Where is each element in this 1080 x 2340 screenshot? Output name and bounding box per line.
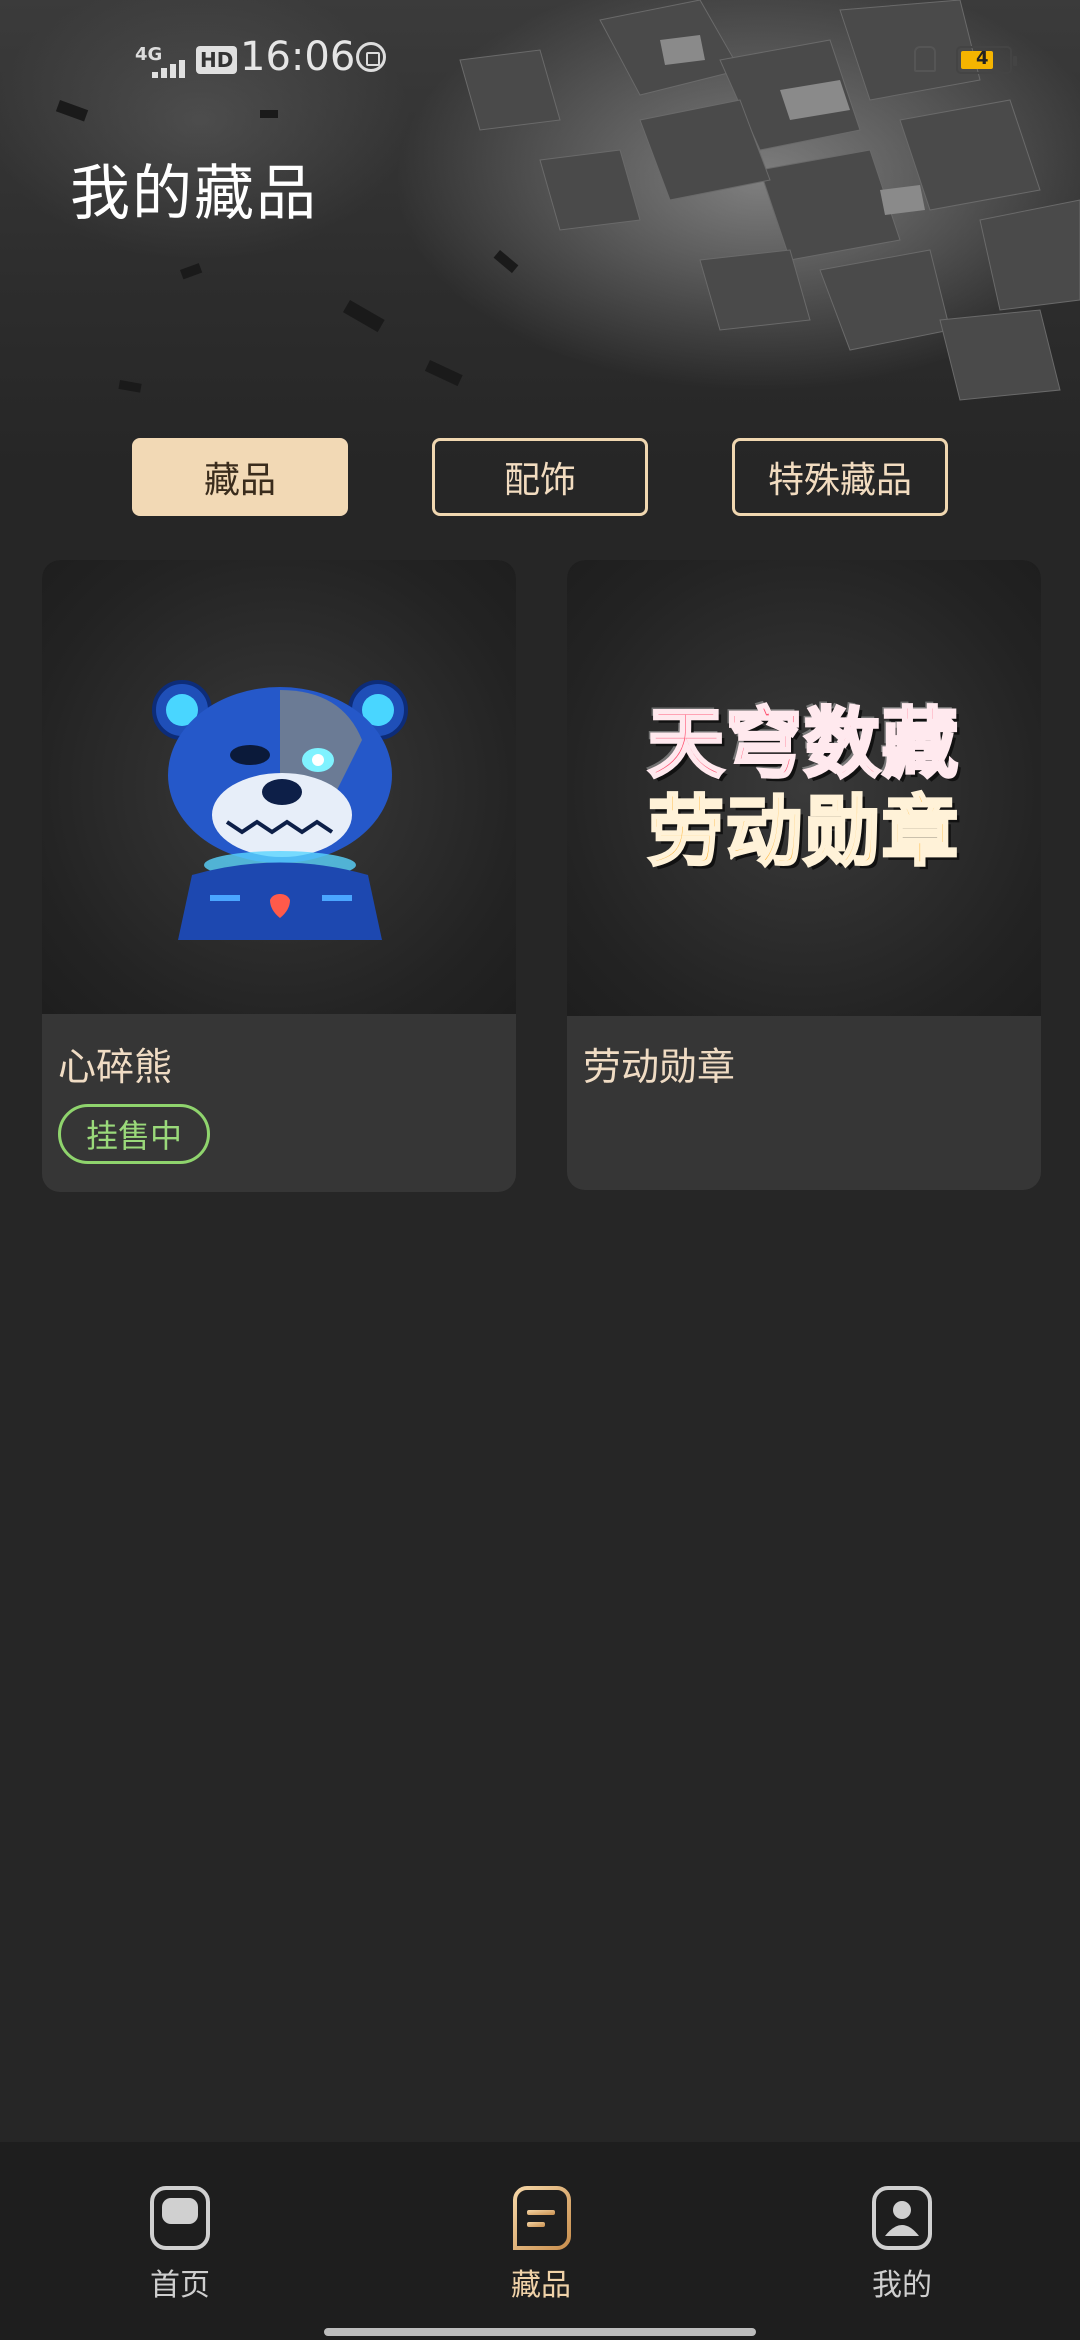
collection-icon [513, 2186, 571, 2250]
nav-item-collections[interactable]: 藏品 [461, 2186, 621, 2304]
tab-special-collections[interactable]: 特殊藏品 [732, 438, 948, 516]
gesture-home-indicator[interactable] [324, 2328, 756, 2336]
page: 4G HD 16:06 4 我的藏品 藏品 配饰 特殊藏品 心碎熊 挂售中 天穹… [0, 0, 1080, 2340]
battery-level: 4 [976, 48, 989, 69]
nav-label: 我的 [872, 2268, 932, 2303]
item-image [42, 560, 516, 1014]
battery-icon: 4 [956, 46, 1017, 74]
item-name: 心碎熊 [58, 1045, 173, 1089]
home-icon [150, 2186, 210, 2250]
nav-item-home[interactable]: 首页 [100, 2186, 260, 2304]
profile-icon [872, 2186, 932, 2250]
category-tabs: 藏品 配饰 特殊藏品 [0, 438, 1080, 516]
blue-robot-bear-image [152, 680, 408, 940]
nav-label: 首页 [150, 2268, 210, 2303]
tab-accessories[interactable]: 配饰 [432, 438, 648, 516]
silent-icon [914, 46, 936, 72]
nfc-icon [356, 42, 386, 72]
art-text-line1: 天穹数藏 [647, 698, 960, 789]
medal-title-art: 天穹数藏 劳动勋章 [567, 560, 1041, 1016]
page-title: 我的藏品 [70, 159, 318, 229]
nav-label: 藏品 [511, 2268, 571, 2303]
status-time: 16:06 [240, 34, 356, 80]
bottom-navigation: 首页 藏品 我的 [0, 2142, 1080, 2340]
item-image: 天穹数藏 劳动勋章 [567, 560, 1041, 1016]
tab-collections[interactable]: 藏品 [132, 438, 348, 516]
nav-item-profile[interactable]: 我的 [822, 2186, 982, 2304]
collection-card-labor-medal[interactable]: 天穹数藏 劳动勋章 劳动勋章 [567, 560, 1041, 1190]
collection-card-heartbreak-bear[interactable]: 心碎熊 挂售中 [42, 560, 516, 1192]
hd-badge: HD [196, 46, 238, 74]
art-text-line2: 劳动勋章 [647, 786, 960, 877]
status-bar: 4G HD 16:06 4 [0, 30, 1080, 90]
item-name: 劳动勋章 [583, 1045, 736, 1089]
status-badge-on-sale: 挂售中 [58, 1104, 210, 1164]
signal-icon [152, 60, 185, 78]
